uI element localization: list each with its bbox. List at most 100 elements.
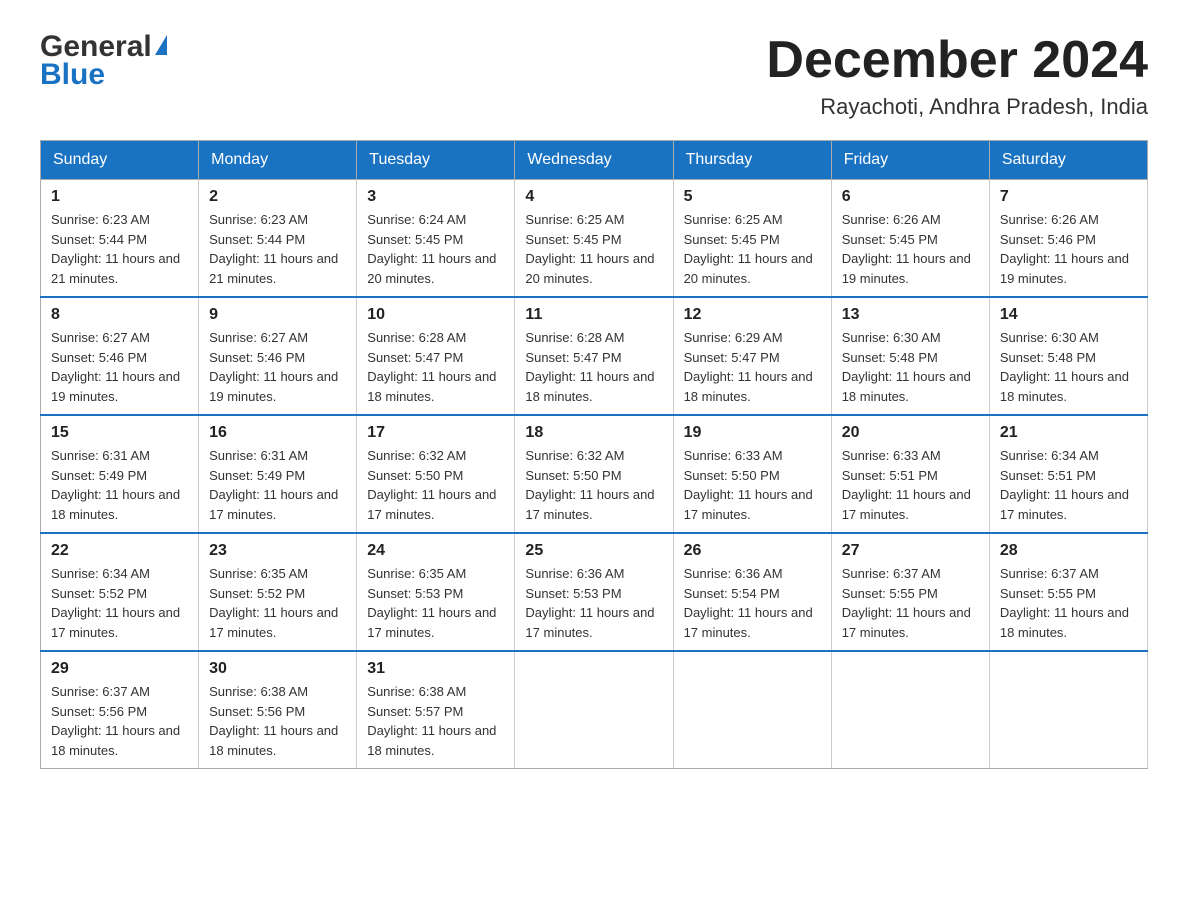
day-number: 25 xyxy=(525,542,662,560)
calendar-cell: 18 Sunrise: 6:32 AMSunset: 5:50 PMDayligh… xyxy=(515,415,673,533)
day-info: Sunrise: 6:37 AMSunset: 5:55 PMDaylight:… xyxy=(842,564,979,642)
calendar-cell: 6 Sunrise: 6:26 AMSunset: 5:45 PMDaylight… xyxy=(831,180,989,298)
calendar-cell xyxy=(515,651,673,769)
day-number: 30 xyxy=(209,660,346,678)
calendar-cell: 30 Sunrise: 6:38 AMSunset: 5:56 PMDayligh… xyxy=(199,651,357,769)
calendar-cell: 3Sunrise: 6:24 AMSunset: 5:45 PMDaylight… xyxy=(357,180,515,298)
calendar-cell: 13 Sunrise: 6:30 AMSunset: 5:48 PMDayligh… xyxy=(831,297,989,415)
calendar-cell: 20Sunrise: 6:33 AMSunset: 5:51 PMDayligh… xyxy=(831,415,989,533)
calendar-cell: 19 Sunrise: 6:33 AMSunset: 5:50 PMDayligh… xyxy=(673,415,831,533)
day-info: Sunrise: 6:37 AMSunset: 5:56 PMDaylight:… xyxy=(51,682,188,760)
logo-blue: Blue xyxy=(40,58,105,92)
calendar-cell: 11 Sunrise: 6:28 AMSunset: 5:47 PMDayligh… xyxy=(515,297,673,415)
day-info: Sunrise: 6:38 AMSunset: 5:57 PMDaylight:… xyxy=(367,682,504,760)
col-header-wednesday: Wednesday xyxy=(515,141,673,180)
calendar-cell: 10 Sunrise: 6:28 AMSunset: 5:47 PMDayligh… xyxy=(357,297,515,415)
calendar-cell: 25 Sunrise: 6:36 AMSunset: 5:53 PMDayligh… xyxy=(515,533,673,651)
day-number: 28 xyxy=(1000,542,1137,560)
day-info: Sunrise: 6:23 AMSunset: 5:44 PMDaylight:… xyxy=(51,210,188,288)
day-info: Sunrise: 6:35 AMSunset: 5:52 PMDaylight:… xyxy=(209,564,346,642)
location-title: Rayachoti, Andhra Pradesh, India xyxy=(766,94,1148,120)
day-info: Sunrise: 6:33 AMSunset: 5:50 PMDaylight:… xyxy=(684,446,821,524)
logo: General Blue xyxy=(40,30,167,92)
calendar-cell: 8Sunrise: 6:27 AMSunset: 5:46 PMDaylight… xyxy=(41,297,199,415)
day-info: Sunrise: 6:27 AMSunset: 5:46 PMDaylight:… xyxy=(209,328,346,406)
day-number: 11 xyxy=(525,306,662,324)
day-info: Sunrise: 6:24 AMSunset: 5:45 PMDaylight:… xyxy=(367,210,504,288)
col-header-saturday: Saturday xyxy=(989,141,1147,180)
day-number: 20 xyxy=(842,424,979,442)
day-info: Sunrise: 6:26 AMSunset: 5:45 PMDaylight:… xyxy=(842,210,979,288)
day-number: 4 xyxy=(525,188,662,206)
day-info: Sunrise: 6:28 AMSunset: 5:47 PMDaylight:… xyxy=(525,328,662,406)
calendar-cell: 1Sunrise: 6:23 AMSunset: 5:44 PMDaylight… xyxy=(41,180,199,298)
col-header-sunday: Sunday xyxy=(41,141,199,180)
day-number: 9 xyxy=(209,306,346,324)
calendar-week-row: 8 Sunrise: 6:27 AMSunset: 5:46 PMDaylight… xyxy=(41,297,1148,415)
calendar-cell: 17 Sunrise: 6:32 AMSunset: 5:50 PMDayligh… xyxy=(357,415,515,533)
day-info: Sunrise: 6:32 AMSunset: 5:50 PMDaylight:… xyxy=(525,446,662,524)
day-number: 5 xyxy=(684,188,821,206)
calendar-cell: 27Sunrise: 6:37 AMSunset: 5:55 PMDayligh… xyxy=(831,533,989,651)
calendar-week-row: 29 Sunrise: 6:37 AMSunset: 5:56 PMDayligh… xyxy=(41,651,1148,769)
calendar-cell: 21 Sunrise: 6:34 AMSunset: 5:51 PMDayligh… xyxy=(989,415,1147,533)
month-title: December 2024 xyxy=(766,30,1148,90)
day-info: Sunrise: 6:36 AMSunset: 5:53 PMDaylight:… xyxy=(525,564,662,642)
day-info: Sunrise: 6:28 AMSunset: 5:47 PMDaylight:… xyxy=(367,328,504,406)
day-number: 26 xyxy=(684,542,821,560)
day-info: Sunrise: 6:31 AMSunset: 5:49 PMDaylight:… xyxy=(51,446,188,524)
day-info: Sunrise: 6:30 AMSunset: 5:48 PMDaylight:… xyxy=(842,328,979,406)
day-number: 8 xyxy=(51,306,188,324)
calendar-cell: 5 Sunrise: 6:25 AMSunset: 5:45 PMDaylight… xyxy=(673,180,831,298)
page-header: General Blue December 2024 Rayachoti, An… xyxy=(40,30,1148,120)
calendar-cell: 9 Sunrise: 6:27 AMSunset: 5:46 PMDaylight… xyxy=(199,297,357,415)
calendar-cell: 7Sunrise: 6:26 AMSunset: 5:46 PMDaylight… xyxy=(989,180,1147,298)
day-info: Sunrise: 6:36 AMSunset: 5:54 PMDaylight:… xyxy=(684,564,821,642)
calendar-cell: 24Sunrise: 6:35 AMSunset: 5:53 PMDayligh… xyxy=(357,533,515,651)
calendar-cell: 14 Sunrise: 6:30 AMSunset: 5:48 PMDayligh… xyxy=(989,297,1147,415)
day-info: Sunrise: 6:25 AMSunset: 5:45 PMDaylight:… xyxy=(525,210,662,288)
day-number: 10 xyxy=(367,306,504,324)
col-header-monday: Monday xyxy=(199,141,357,180)
calendar-cell: 29 Sunrise: 6:37 AMSunset: 5:56 PMDayligh… xyxy=(41,651,199,769)
day-number: 23 xyxy=(209,542,346,560)
calendar-cell: 12 Sunrise: 6:29 AMSunset: 5:47 PMDayligh… xyxy=(673,297,831,415)
day-number: 22 xyxy=(51,542,188,560)
day-number: 17 xyxy=(367,424,504,442)
day-number: 24 xyxy=(367,542,504,560)
calendar-cell xyxy=(673,651,831,769)
calendar-cell xyxy=(831,651,989,769)
calendar-cell xyxy=(989,651,1147,769)
logo-triangle-icon xyxy=(155,35,167,55)
day-info: Sunrise: 6:38 AMSunset: 5:56 PMDaylight:… xyxy=(209,682,346,760)
calendar-cell: 16Sunrise: 6:31 AMSunset: 5:49 PMDayligh… xyxy=(199,415,357,533)
day-number: 18 xyxy=(525,424,662,442)
day-number: 29 xyxy=(51,660,188,678)
day-info: Sunrise: 6:25 AMSunset: 5:45 PMDaylight:… xyxy=(684,210,821,288)
title-area: December 2024 Rayachoti, Andhra Pradesh,… xyxy=(766,30,1148,120)
calendar-table: SundayMondayTuesdayWednesdayThursdayFrid… xyxy=(40,140,1148,769)
col-header-friday: Friday xyxy=(831,141,989,180)
day-info: Sunrise: 6:32 AMSunset: 5:50 PMDaylight:… xyxy=(367,446,504,524)
calendar-cell: 15 Sunrise: 6:31 AMSunset: 5:49 PMDayligh… xyxy=(41,415,199,533)
day-number: 12 xyxy=(684,306,821,324)
calendar-cell: 22Sunrise: 6:34 AMSunset: 5:52 PMDayligh… xyxy=(41,533,199,651)
day-info: Sunrise: 6:34 AMSunset: 5:51 PMDaylight:… xyxy=(1000,446,1137,524)
calendar-week-row: 15 Sunrise: 6:31 AMSunset: 5:49 PMDayligh… xyxy=(41,415,1148,533)
day-number: 13 xyxy=(842,306,979,324)
day-number: 6 xyxy=(842,188,979,206)
day-number: 14 xyxy=(1000,306,1137,324)
day-info: Sunrise: 6:23 AMSunset: 5:44 PMDaylight:… xyxy=(209,210,346,288)
col-header-tuesday: Tuesday xyxy=(357,141,515,180)
calendar-cell: 2 Sunrise: 6:23 AMSunset: 5:44 PMDaylight… xyxy=(199,180,357,298)
calendar-cell: 26 Sunrise: 6:36 AMSunset: 5:54 PMDayligh… xyxy=(673,533,831,651)
day-number: 2 xyxy=(209,188,346,206)
day-info: Sunrise: 6:31 AMSunset: 5:49 PMDaylight:… xyxy=(209,446,346,524)
day-number: 21 xyxy=(1000,424,1137,442)
day-info: Sunrise: 6:29 AMSunset: 5:47 PMDaylight:… xyxy=(684,328,821,406)
calendar-week-row: 22Sunrise: 6:34 AMSunset: 5:52 PMDayligh… xyxy=(41,533,1148,651)
day-number: 15 xyxy=(51,424,188,442)
day-info: Sunrise: 6:30 AMSunset: 5:48 PMDaylight:… xyxy=(1000,328,1137,406)
calendar-week-row: 1Sunrise: 6:23 AMSunset: 5:44 PMDaylight… xyxy=(41,180,1148,298)
day-number: 19 xyxy=(684,424,821,442)
